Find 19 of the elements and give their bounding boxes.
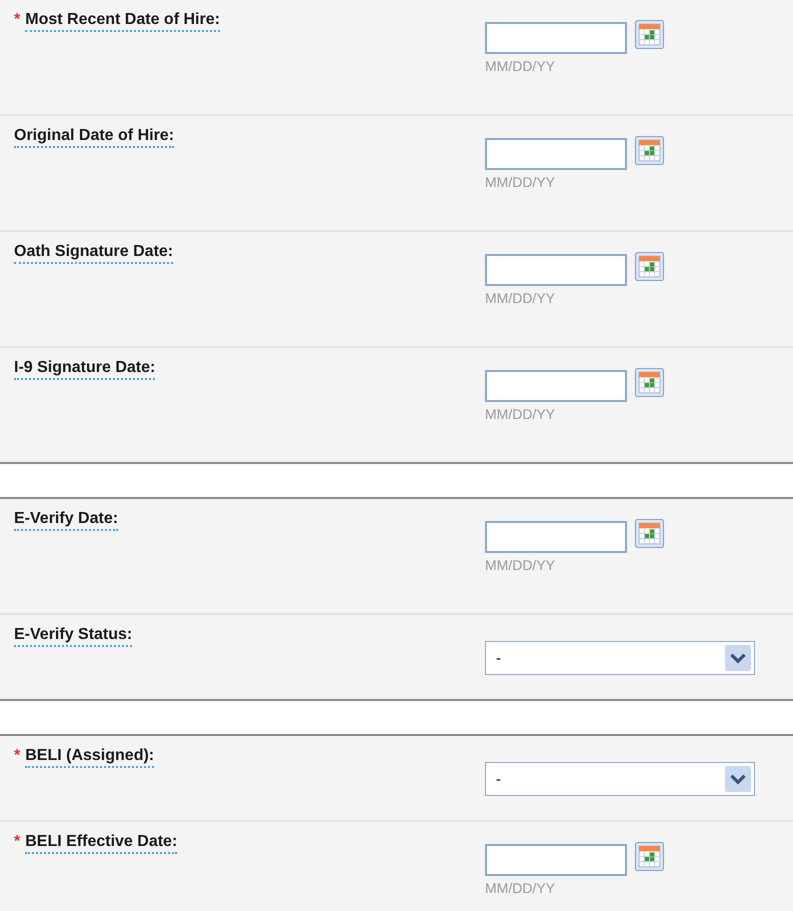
status-dropdown[interactable]: - — [485, 641, 755, 675]
required-mark: * — [14, 10, 20, 30]
field-label: Oath Signature Date: — [14, 242, 174, 264]
field-label: E-Verify Status: — [14, 625, 132, 647]
required-mark: * — [14, 746, 20, 766]
date-format-hint: MM/DD/YY — [485, 557, 556, 573]
field-label: I-9 Signature Date: — [14, 358, 156, 380]
field-label: Original Date of Hire: — [14, 126, 174, 148]
date-format-hint: MM/DD/YY — [485, 406, 556, 422]
status-dropdown[interactable]: - — [485, 762, 755, 796]
field-label: BELI (Assigned): — [25, 746, 154, 768]
field-label: E-Verify Date: — [14, 509, 118, 531]
date-format-hint: MM/DD/YY — [485, 58, 556, 74]
field-label: BELI Effective Date: — [25, 832, 178, 854]
required-mark: * — [14, 832, 20, 852]
field-label: Most Recent Date of Hire: — [25, 10, 220, 32]
date-format-hint: MM/DD/YY — [485, 880, 556, 896]
date-format-hint: MM/DD/YY — [485, 174, 556, 190]
date-format-hint: MM/DD/YY — [485, 290, 556, 306]
